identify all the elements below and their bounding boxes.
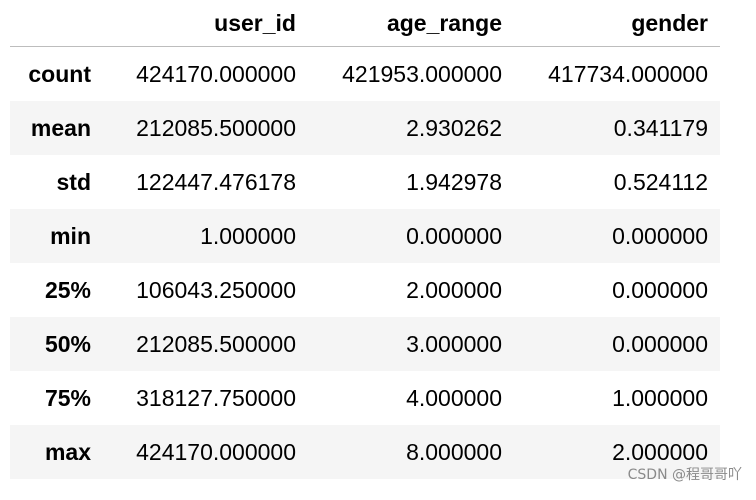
dataframe-describe-table: user_id age_range gender count 424170.00… bbox=[10, 0, 720, 479]
column-header-age-range: age_range bbox=[308, 0, 514, 47]
cell-count-age-range: 421953.000000 bbox=[342, 60, 502, 87]
cell-25-age-range: 2.000000 bbox=[406, 276, 502, 303]
table-row: 50% 212085.500000 3.000000 0.000000 bbox=[10, 317, 720, 371]
cell-count-user-id: 424170.000000 bbox=[136, 60, 296, 87]
cell-std-age-range: 1.942978 bbox=[406, 168, 502, 195]
row-label-75: 75% bbox=[44, 384, 91, 411]
table-row: max 424170.000000 8.000000 2.000000 bbox=[10, 425, 720, 479]
row-label-25: 25% bbox=[44, 276, 91, 303]
table-row: mean 212085.500000 2.930262 0.341179 bbox=[10, 101, 720, 155]
table-row: min 1.000000 0.000000 0.000000 bbox=[10, 209, 720, 263]
cell-75-age-range: 4.000000 bbox=[406, 384, 502, 411]
index-header bbox=[10, 0, 103, 47]
cell-max-user-id: 424170.000000 bbox=[136, 438, 296, 465]
watermark: CSDN @程哥哥吖 bbox=[627, 467, 742, 483]
row-label-max: max bbox=[44, 438, 91, 465]
cell-50-user-id: 212085.500000 bbox=[136, 330, 296, 357]
cell-count-gender: 417734.000000 bbox=[548, 60, 708, 87]
cell-min-age-range: 0.000000 bbox=[406, 222, 502, 249]
row-label-min: min bbox=[50, 222, 91, 249]
cell-std-gender: 0.524112 bbox=[613, 168, 708, 195]
row-label-50: 50% bbox=[44, 330, 91, 357]
table-row: std 122447.476178 1.942978 0.524112 bbox=[10, 155, 720, 209]
table-row: 25% 106043.250000 2.000000 0.000000 bbox=[10, 263, 720, 317]
cell-75-user-id: 318127.750000 bbox=[136, 384, 296, 411]
row-label-count: count bbox=[28, 60, 91, 87]
cell-std-user-id: 122447.476178 bbox=[136, 168, 296, 195]
cell-25-user-id: 106043.250000 bbox=[136, 276, 296, 303]
cell-min-gender: 0.000000 bbox=[612, 222, 708, 249]
column-header-gender: gender bbox=[514, 0, 720, 47]
table-row: count 424170.000000 421953.000000 417734… bbox=[10, 47, 720, 102]
cell-75-gender: 1.000000 bbox=[612, 384, 708, 411]
cell-50-gender: 0.000000 bbox=[612, 330, 708, 357]
column-header-user-id: user_id bbox=[103, 0, 308, 47]
cell-mean-age-range: 2.930262 bbox=[406, 114, 502, 141]
cell-50-age-range: 3.000000 bbox=[406, 330, 502, 357]
cell-25-gender: 0.000000 bbox=[612, 276, 708, 303]
row-label-std: std bbox=[56, 168, 92, 195]
table-row: 75% 318127.750000 4.000000 1.000000 bbox=[10, 371, 720, 425]
cell-max-age-range: 8.000000 bbox=[406, 438, 502, 465]
table-header-row: user_id age_range gender bbox=[10, 0, 720, 47]
row-label-mean: mean bbox=[30, 114, 91, 141]
cell-mean-gender: 0.341179 bbox=[613, 114, 708, 141]
cell-min-user-id: 1.000000 bbox=[200, 222, 296, 249]
cell-mean-user-id: 212085.500000 bbox=[136, 114, 296, 141]
